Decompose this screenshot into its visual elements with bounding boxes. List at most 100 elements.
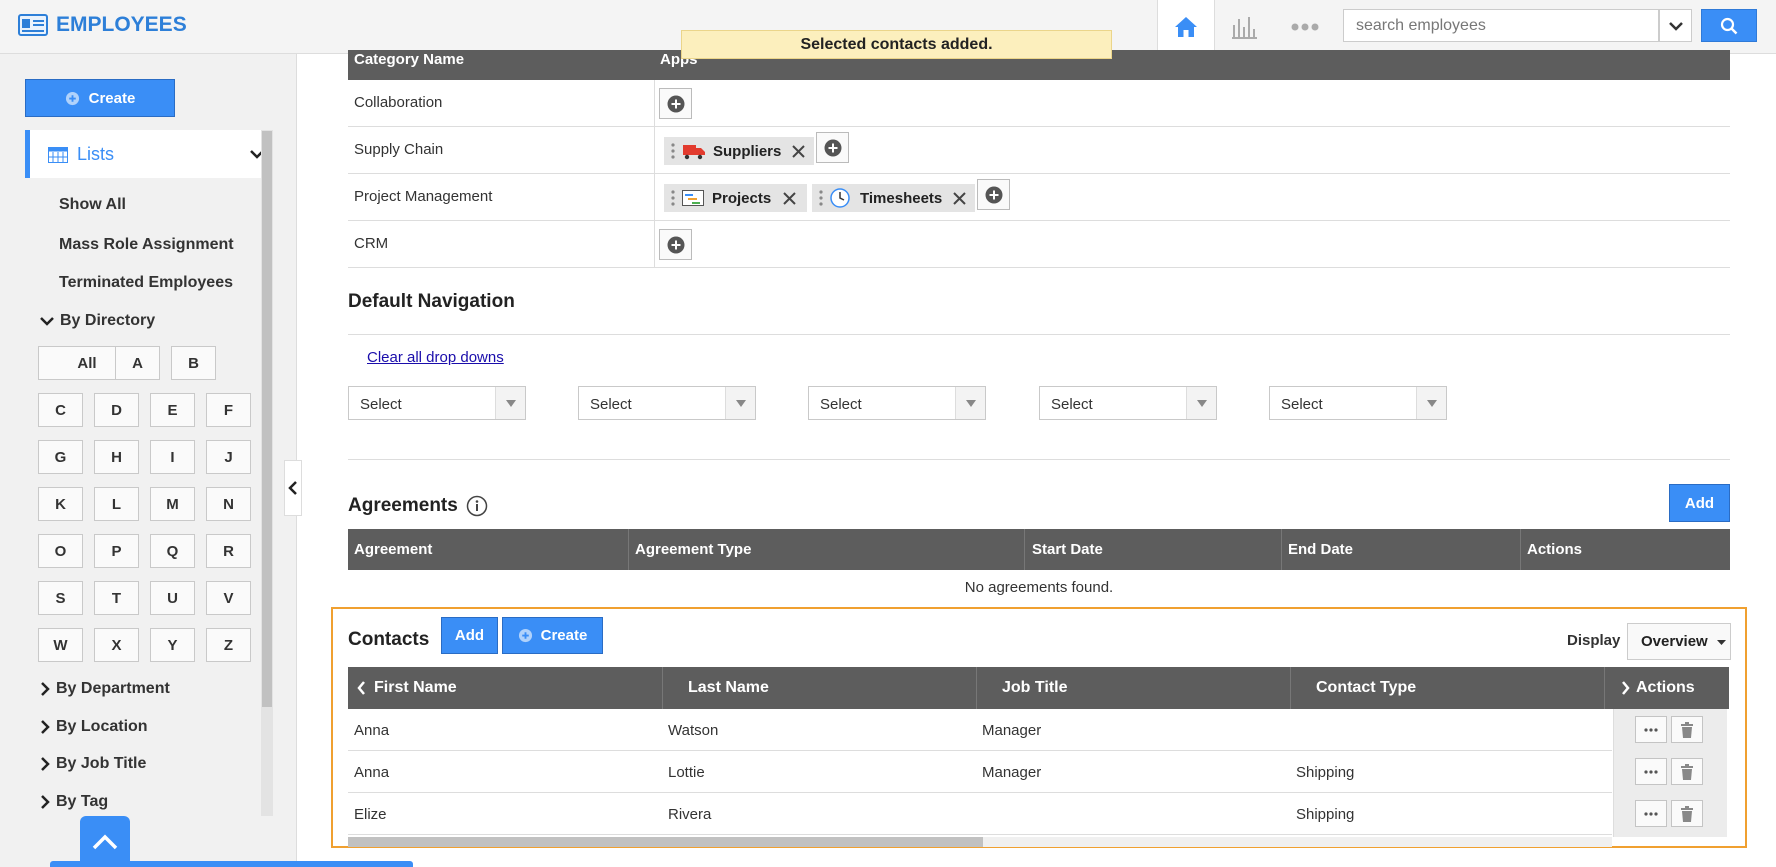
contact-type: Shipping bbox=[1296, 806, 1355, 823]
column-header[interactable]: First Name bbox=[374, 679, 457, 697]
close-icon[interactable] bbox=[783, 191, 796, 205]
directory-letter-y[interactable]: Y bbox=[150, 628, 195, 662]
add-app-button[interactable] bbox=[977, 179, 1010, 210]
directory-letter-s[interactable]: S bbox=[38, 581, 83, 615]
delete-button[interactable] bbox=[1671, 800, 1703, 827]
column-header[interactable]: Contact Type bbox=[1316, 679, 1416, 697]
display-select[interactable]: Overview bbox=[1627, 623, 1731, 660]
directory-letter-o[interactable]: O bbox=[38, 534, 83, 568]
directory-letter-g[interactable]: G bbox=[38, 440, 83, 474]
more-nav-button[interactable] bbox=[1276, 0, 1334, 53]
directory-letter-a[interactable]: A bbox=[115, 346, 160, 380]
directory-letter-z[interactable]: Z bbox=[206, 628, 251, 662]
directory-letter-b[interactable]: B bbox=[171, 346, 216, 380]
contacts-horizontal-scrollbar-thumb[interactable] bbox=[348, 837, 983, 847]
directory-letter-j[interactable]: J bbox=[206, 440, 251, 474]
sidebar-collapse-button[interactable] bbox=[284, 460, 302, 516]
search-button[interactable] bbox=[1701, 9, 1757, 42]
column-header[interactable]: Last Name bbox=[688, 679, 769, 697]
navigation-select[interactable]: Select bbox=[1039, 386, 1217, 420]
add-app-button[interactable] bbox=[659, 88, 692, 119]
contact-type: Shipping bbox=[1296, 764, 1355, 781]
column-header[interactable]: Job Title bbox=[1002, 679, 1068, 697]
more-actions-button[interactable] bbox=[1635, 758, 1667, 785]
add-app-button[interactable] bbox=[816, 132, 849, 163]
sidebar-group-label: By Location bbox=[56, 718, 148, 735]
chevron-left-icon[interactable] bbox=[357, 681, 366, 695]
directory-letter-f[interactable]: F bbox=[206, 393, 251, 427]
directory-letter-x[interactable]: X bbox=[94, 628, 139, 662]
column-header[interactable]: End Date bbox=[1288, 541, 1353, 558]
search-dropdown-button[interactable] bbox=[1659, 9, 1692, 42]
contacts-create-button[interactable]: Create bbox=[502, 617, 603, 654]
app-pill-projects[interactable]: Projects bbox=[664, 184, 807, 212]
column-header[interactable]: Agreement bbox=[354, 541, 432, 558]
add-app-button[interactable] bbox=[659, 229, 692, 260]
sidebar-group-department[interactable]: By Department bbox=[40, 680, 170, 698]
directory-letter-i[interactable]: I bbox=[150, 440, 195, 474]
sidebar-item-mass-role-assignment[interactable]: Mass Role Assignment bbox=[59, 236, 234, 254]
app-pill-timesheets[interactable]: Timesheets bbox=[812, 184, 975, 212]
drag-handle-icon[interactable] bbox=[671, 142, 675, 160]
directory-letter-c[interactable]: C bbox=[38, 393, 83, 427]
contacts-add-button[interactable]: Add bbox=[441, 617, 498, 654]
drag-handle-icon[interactable] bbox=[671, 189, 675, 207]
divider bbox=[348, 334, 1730, 335]
directory-letter-d[interactable]: D bbox=[94, 393, 139, 427]
navigation-select[interactable]: Select bbox=[348, 386, 526, 420]
sidebar-lists-header[interactable]: Lists bbox=[25, 130, 264, 178]
directory-letter-t[interactable]: T bbox=[94, 581, 139, 615]
drag-handle-icon[interactable] bbox=[819, 189, 823, 207]
navigation-select[interactable]: Select bbox=[578, 386, 756, 420]
dropdown-arrow-icon bbox=[1416, 387, 1446, 419]
more-actions-button[interactable] bbox=[1635, 800, 1667, 827]
directory-letter-n[interactable]: N bbox=[206, 487, 251, 521]
navigation-select[interactable]: Select bbox=[1269, 386, 1447, 420]
info-icon[interactable] bbox=[466, 495, 488, 517]
app-pill-suppliers[interactable]: Suppliers bbox=[664, 137, 814, 165]
search-icon bbox=[1720, 17, 1738, 34]
delete-button[interactable] bbox=[1671, 716, 1703, 743]
sidebar-group-job-title[interactable]: By Job Title bbox=[40, 755, 146, 773]
directory-letter-r[interactable]: R bbox=[206, 534, 251, 568]
category-row: Project Management Projects Timesheets bbox=[348, 174, 1730, 221]
contact-row[interactable]: Elize Rivera Shipping bbox=[348, 793, 1612, 835]
chevron-right-icon bbox=[41, 720, 50, 734]
sidebar-item-show-all[interactable]: Show All bbox=[59, 196, 126, 214]
directory-letter-l[interactable]: L bbox=[94, 487, 139, 521]
directory-letter-m[interactable]: M bbox=[150, 487, 195, 521]
delete-button[interactable] bbox=[1671, 758, 1703, 785]
close-icon[interactable] bbox=[953, 191, 966, 205]
directory-letter-e[interactable]: E bbox=[150, 393, 195, 427]
chevron-right-icon[interactable] bbox=[1621, 681, 1630, 695]
sidebar-scrollbar-thumb[interactable] bbox=[262, 131, 272, 707]
agreements-add-button[interactable]: Add bbox=[1669, 484, 1730, 522]
directory-letter-h[interactable]: H bbox=[94, 440, 139, 474]
navigation-select[interactable]: Select bbox=[808, 386, 986, 420]
column-header[interactable]: Agreement Type bbox=[635, 541, 751, 558]
contact-row[interactable]: Anna Watson Manager bbox=[348, 709, 1612, 751]
contact-row[interactable]: Anna Lottie Manager Shipping bbox=[348, 751, 1612, 793]
analytics-nav-button[interactable] bbox=[1216, 0, 1274, 53]
directory-letter-u[interactable]: U bbox=[150, 581, 195, 615]
close-icon[interactable] bbox=[792, 144, 806, 158]
sidebar-item-terminated-employees[interactable]: Terminated Employees bbox=[59, 274, 233, 292]
more-actions-button[interactable] bbox=[1635, 716, 1667, 743]
column-header[interactable]: Start Date bbox=[1032, 541, 1103, 558]
directory-letter-q[interactable]: Q bbox=[150, 534, 195, 568]
sidebar-create-button[interactable]: Create bbox=[25, 79, 175, 117]
sidebar-by-directory[interactable]: By Directory bbox=[40, 312, 155, 330]
directory-letter-w[interactable]: W bbox=[38, 628, 83, 662]
agreements-table-header: Agreement Agreement Type Start Date End … bbox=[348, 529, 1730, 570]
contact-job-title: Manager bbox=[982, 764, 1042, 781]
directory-letter-p[interactable]: P bbox=[94, 534, 139, 568]
sidebar-group-tag[interactable]: By Tag bbox=[40, 793, 108, 811]
scroll-top-button[interactable] bbox=[80, 816, 130, 867]
home-nav-button[interactable] bbox=[1157, 0, 1215, 53]
clear-all-dropdowns-link[interactable]: Clear all drop downs bbox=[367, 349, 504, 366]
sidebar-group-location[interactable]: By Location bbox=[40, 718, 148, 736]
search-input[interactable] bbox=[1344, 10, 1660, 41]
directory-letter-v[interactable]: V bbox=[206, 581, 251, 615]
directory-letter-k[interactable]: K bbox=[38, 487, 83, 521]
contacts-create-label: Create bbox=[540, 627, 588, 644]
